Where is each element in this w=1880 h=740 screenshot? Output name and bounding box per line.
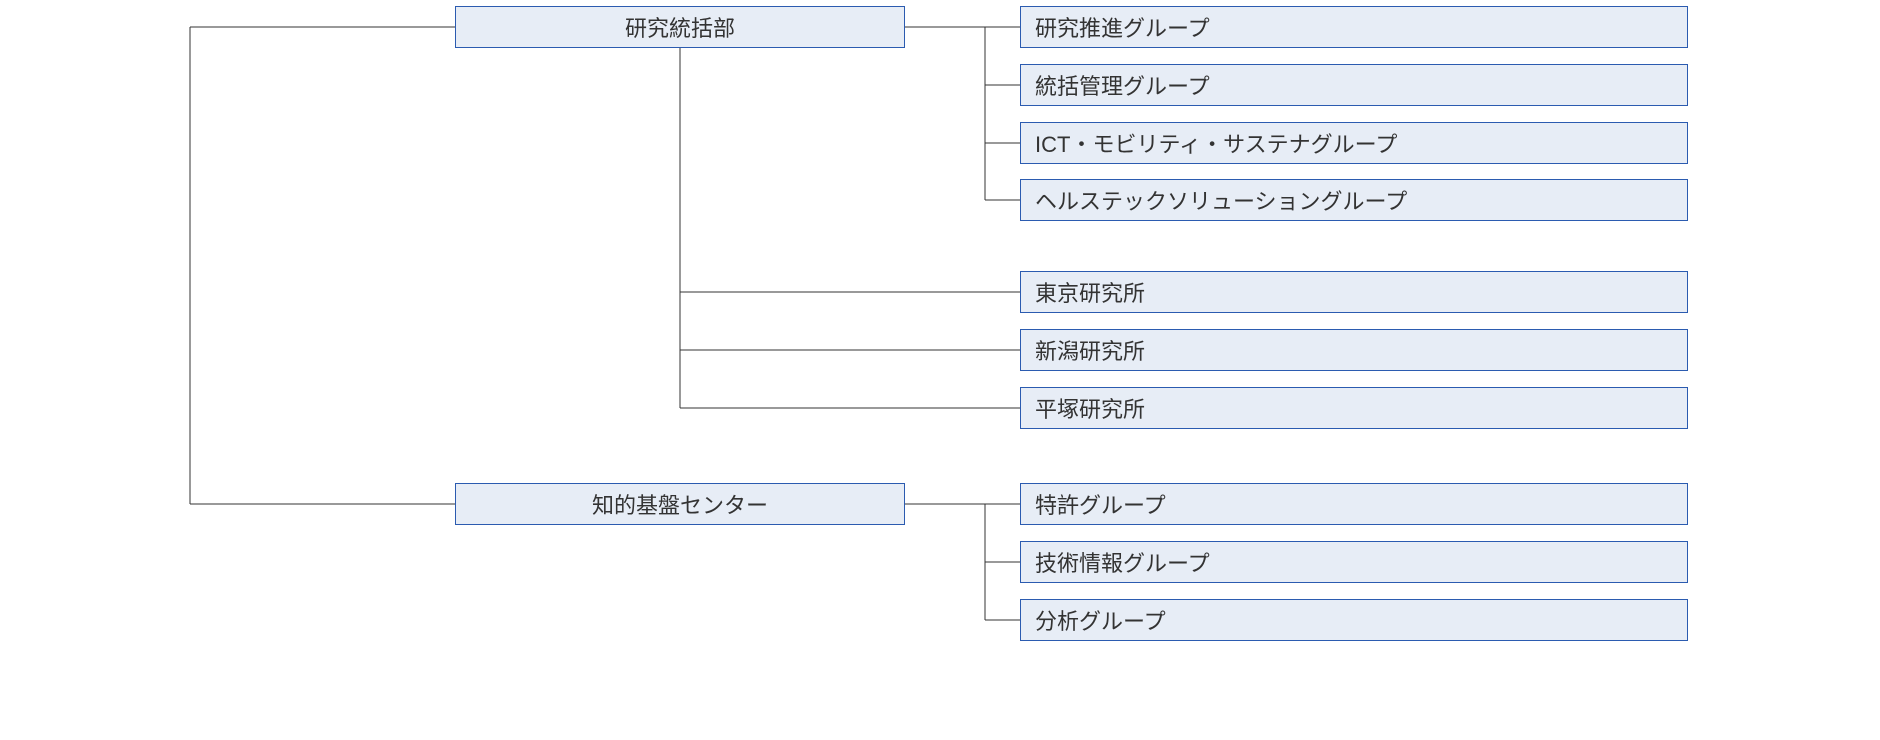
lab-tokyo: 東京研究所 <box>1020 271 1688 313</box>
ipgroup-analysis: 分析グループ <box>1020 599 1688 641</box>
lab-label: 東京研究所 <box>1035 276 1145 308</box>
ipgroup-label: 分析グループ <box>1035 604 1166 636</box>
group-label: ヘルステックソリューショングループ <box>1035 184 1407 216</box>
ipgroup-techinfo: 技術情報グループ <box>1020 541 1688 583</box>
dept-research-division: 研究統括部 <box>455 6 905 48</box>
group-ict-mobility-sustaina: ICT・モビリティ・サステナグループ <box>1020 122 1688 164</box>
dept-label: 研究統括部 <box>625 11 735 43</box>
lab-label: 新潟研究所 <box>1035 334 1145 366</box>
lab-niigata: 新潟研究所 <box>1020 329 1688 371</box>
ipgroup-patent: 特許グループ <box>1020 483 1688 525</box>
group-label: 統括管理グループ <box>1035 69 1210 101</box>
lab-label: 平塚研究所 <box>1035 392 1145 424</box>
group-label: 研究推進グループ <box>1035 11 1210 43</box>
ipgroup-label: 技術情報グループ <box>1035 546 1210 578</box>
lab-hiratsuka: 平塚研究所 <box>1020 387 1688 429</box>
dept-label: 知的基盤センター <box>592 488 768 520</box>
ipgroup-label: 特許グループ <box>1035 488 1166 520</box>
group-healthtech-solution: ヘルステックソリューショングループ <box>1020 179 1688 221</box>
dept-ip-center: 知的基盤センター <box>455 483 905 525</box>
group-label: ICT・モビリティ・サステナグループ <box>1035 127 1397 159</box>
group-general-admin: 統括管理グループ <box>1020 64 1688 106</box>
group-research-promotion: 研究推進グループ <box>1020 6 1688 48</box>
